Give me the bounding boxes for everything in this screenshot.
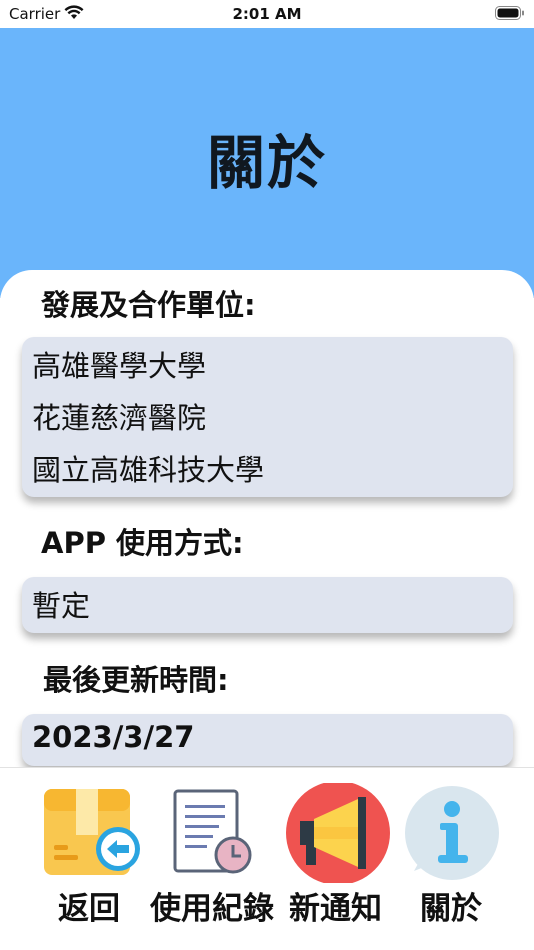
page-title: 關於 <box>206 129 327 197</box>
content-card: 發展及合作單位: 高雄醫學大學 花蓮慈濟醫院 國立高雄科技大學 APP 使用方式… <box>0 270 534 770</box>
battery-icon <box>495 6 525 24</box>
tab-back-label: 返回 <box>58 891 120 927</box>
partners-label: 發展及合作單位: <box>41 288 256 322</box>
header: 關於 <box>0 28 534 298</box>
usage-label: APP 使用方式: <box>41 526 244 560</box>
updated-value: 2023/3/27 <box>32 720 195 754</box>
status-time: 2:01 AM <box>232 5 302 23</box>
tab-about-label: 關於 <box>420 891 482 927</box>
info-icon <box>404 783 500 887</box>
tab-notifications-label: 新通知 <box>289 891 382 927</box>
tab-notifications[interactable]: 新通知 <box>284 768 390 928</box>
tab-usage-log-label: 使用紀錄 <box>150 891 274 927</box>
updated-label: 最後更新時間: <box>43 663 229 697</box>
document-clock-icon <box>173 789 257 879</box>
tab-bar: 返回 使用紀錄 新通知 關於 <box>0 768 534 950</box>
usage-value: 暫定 <box>32 589 91 623</box>
box-back-icon <box>42 785 142 885</box>
updated-box: 2023/3/27 <box>22 714 513 766</box>
status-bar: Carrier 2:01 AM <box>0 0 534 28</box>
partner-item: 高雄醫學大學 <box>32 349 207 383</box>
megaphone-icon <box>284 781 392 887</box>
tab-about[interactable]: 關於 <box>404 768 500 928</box>
partner-item: 國立高雄科技大學 <box>32 453 265 487</box>
partners-box: 高雄醫學大學 花蓮慈濟醫院 國立高雄科技大學 <box>22 337 513 497</box>
partner-item: 花蓮慈濟醫院 <box>32 401 207 435</box>
usage-box: 暫定 <box>22 577 513 633</box>
tab-usage-log[interactable]: 使用紀錄 <box>150 768 280 928</box>
tab-back[interactable]: 返回 <box>40 768 140 928</box>
